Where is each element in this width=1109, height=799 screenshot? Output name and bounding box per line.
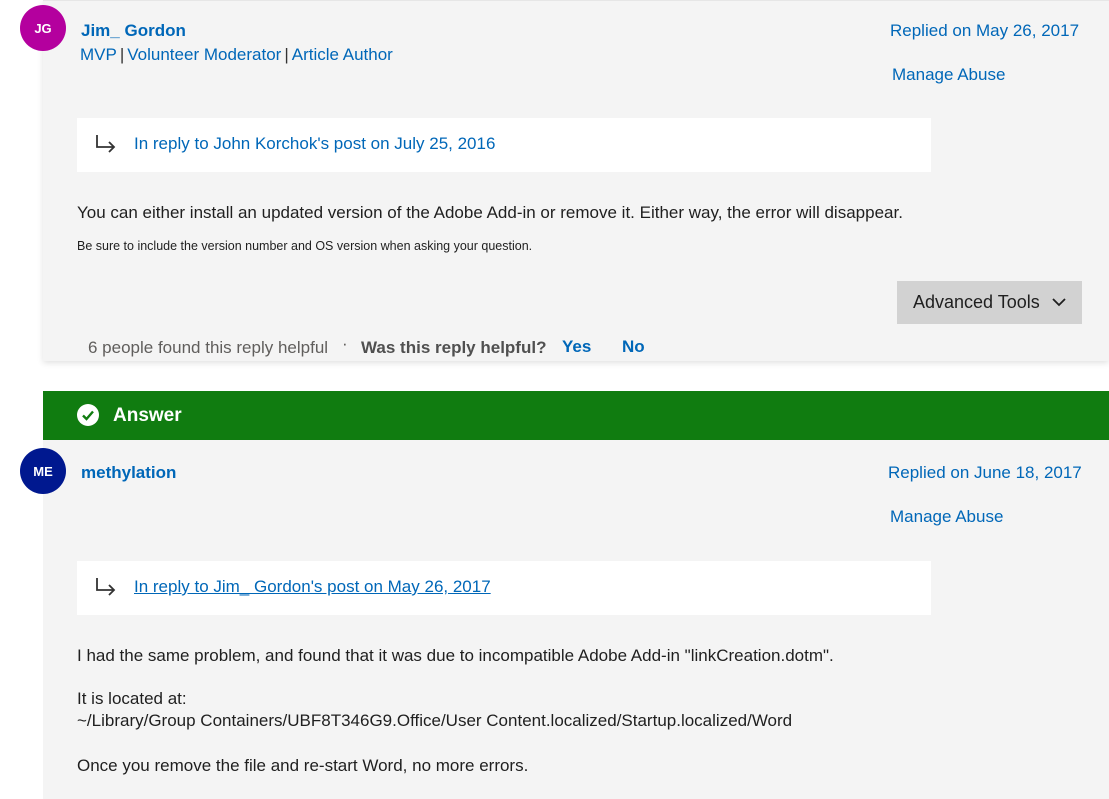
in-reply-to-link[interactable]: In reply to Jim_ Gordon's post on May 26… bbox=[134, 577, 491, 597]
manage-abuse-link[interactable]: Manage Abuse bbox=[890, 507, 1003, 527]
username-link[interactable]: methylation bbox=[81, 463, 176, 483]
role-article-author[interactable]: Article Author bbox=[292, 45, 393, 64]
post-body-line: Once you remove the file and re-start Wo… bbox=[77, 756, 529, 775]
reply-arrow-icon bbox=[96, 578, 116, 596]
avatar-initials: JG bbox=[34, 20, 52, 36]
helpful-yes-button[interactable]: Yes bbox=[562, 337, 591, 357]
helpful-count: 6 people found this reply helpful bbox=[88, 338, 329, 357]
role-mvp[interactable]: MVP bbox=[80, 45, 117, 64]
in-reply-to-box: In reply to John Korchok's post on July … bbox=[77, 118, 931, 172]
chevron-down-icon bbox=[1052, 298, 1066, 307]
post-body-line: It is located at: bbox=[77, 689, 187, 708]
advanced-tools-button[interactable]: Advanced Tools bbox=[897, 281, 1082, 324]
post-body-line: I had the same problem, and found that i… bbox=[77, 646, 834, 665]
in-reply-to-link[interactable]: In reply to John Korchok's post on July … bbox=[134, 134, 495, 154]
avatar[interactable]: JG bbox=[20, 5, 66, 51]
check-circle-icon bbox=[77, 404, 99, 426]
advanced-tools-label: Advanced Tools bbox=[913, 292, 1040, 312]
reply-arrow-icon bbox=[96, 135, 116, 153]
avatar[interactable]: ME bbox=[20, 448, 66, 494]
answer-label: Answer bbox=[113, 405, 182, 426]
reply-card-methylation bbox=[43, 440, 1109, 799]
answer-banner: Answer bbox=[43, 391, 1109, 440]
separator-dot: · bbox=[342, 334, 348, 353]
helpful-no-button[interactable]: No bbox=[622, 337, 645, 357]
username-link[interactable]: Jim_ Gordon bbox=[81, 21, 186, 41]
replied-date: Replied on May 26, 2017 bbox=[890, 21, 1080, 40]
avatar-initials: ME bbox=[33, 463, 53, 479]
post-signature: Be sure to include the version number an… bbox=[77, 239, 533, 253]
post-body: You can either install an updated versio… bbox=[77, 203, 903, 222]
replied-date: Replied on June 18, 2017 bbox=[888, 463, 1082, 482]
user-roles: MVP | Volunteer Moderator | Article Author bbox=[80, 45, 393, 64]
was-helpful-prompt: Was this reply helpful? bbox=[361, 338, 547, 357]
in-reply-to-box: In reply to Jim_ Gordon's post on May 26… bbox=[77, 561, 931, 615]
role-volunteer-moderator[interactable]: Volunteer Moderator bbox=[127, 45, 281, 64]
file-path: ~/Library/Group Containers/UBF8T346G9.Of… bbox=[77, 711, 793, 730]
manage-abuse-link[interactable]: Manage Abuse bbox=[892, 65, 1005, 85]
